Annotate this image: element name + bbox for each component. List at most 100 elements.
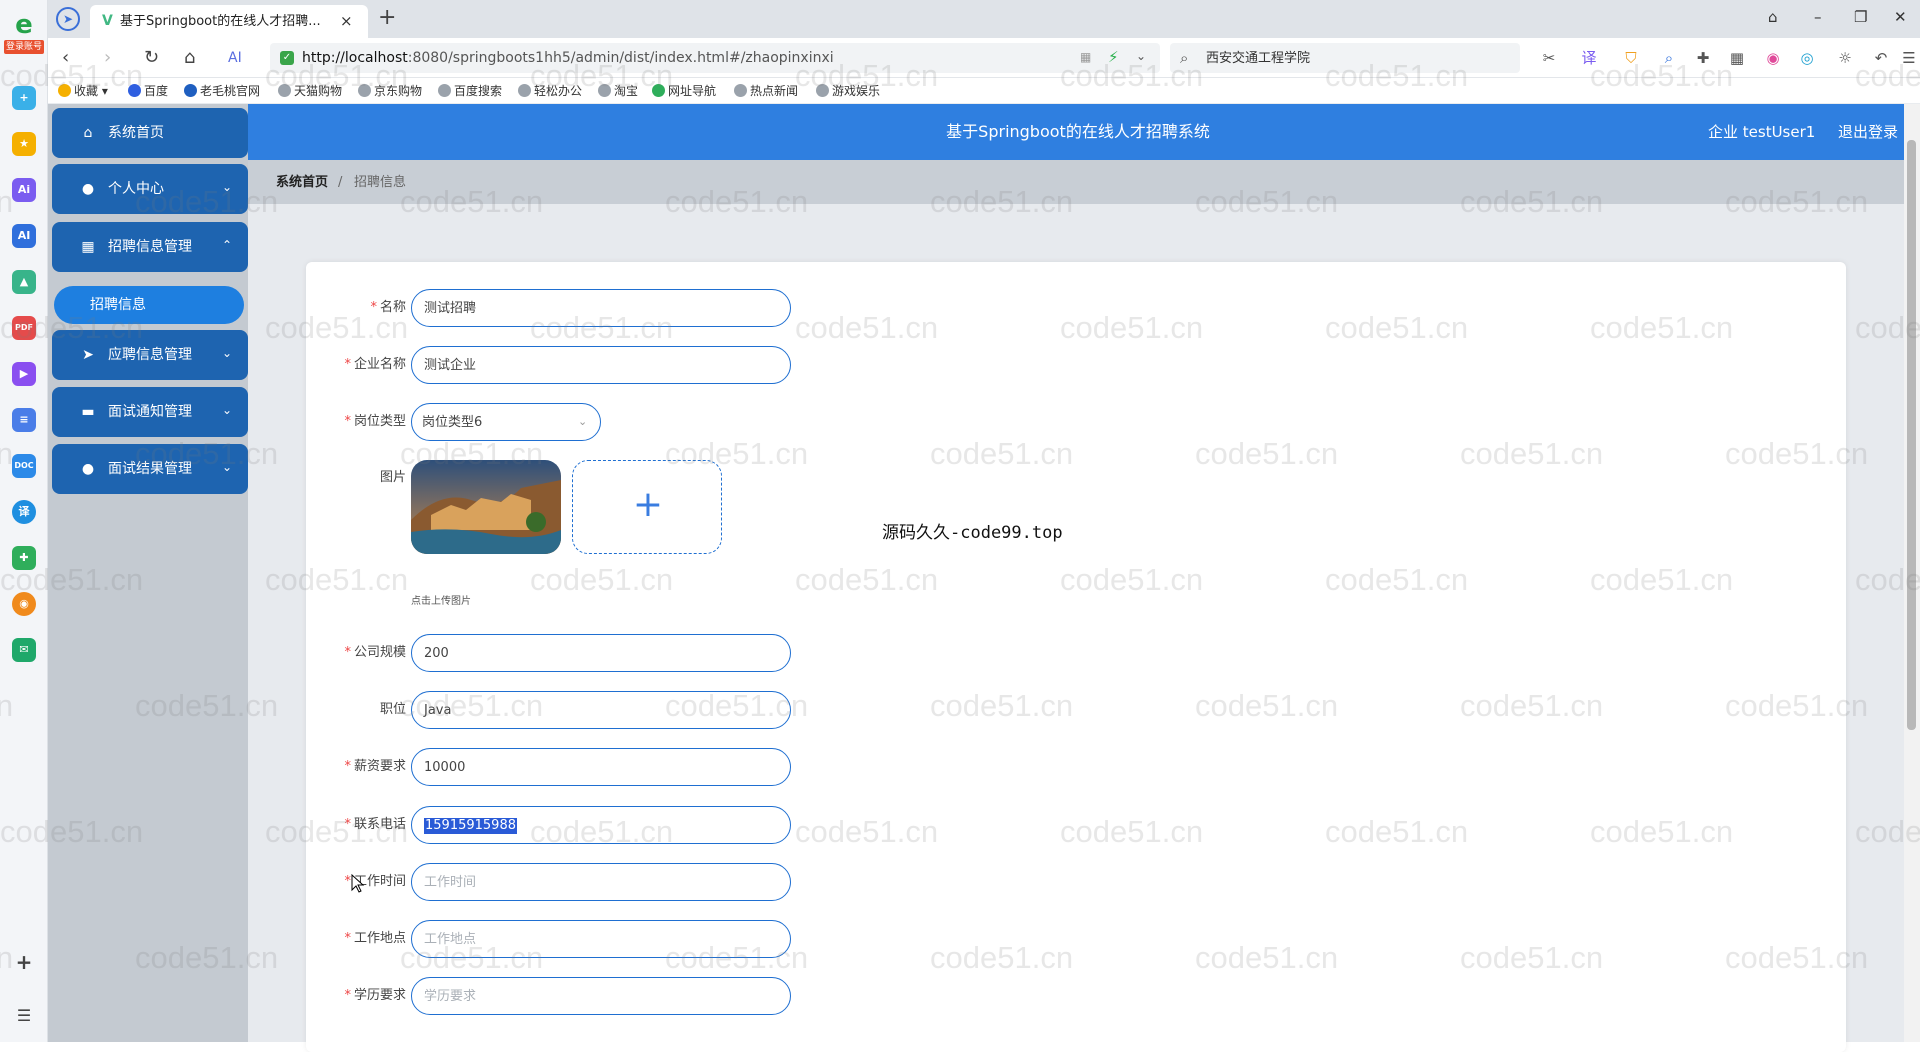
ai-assistant-icon[interactable]: AI (228, 47, 242, 69)
scrollbar-thumb[interactable] (1907, 140, 1916, 730)
chevron-up-icon: ⌃ (222, 238, 233, 252)
chevron-down-icon: ⌄ (222, 460, 233, 474)
shield-icon[interactable]: ⛉ (1620, 47, 1642, 69)
lightning-icon[interactable]: ⚡ (1108, 48, 1119, 66)
bookmark-laomaotao[interactable]: 老毛桃官网 (184, 83, 260, 99)
uploaded-image-thumbnail[interactable] (411, 460, 561, 554)
secure-icon: ✓ (280, 51, 294, 65)
breadcrumb-current: 招聘信息 (354, 175, 407, 190)
url-text[interactable]: http://localhost:8080/springboots1hh5/ad… (302, 50, 834, 66)
browser-nav-icon[interactable]: ➤ (56, 7, 80, 31)
bookmark-favorites[interactable]: 收藏 ▾ (58, 83, 108, 99)
user-icon: ● (81, 181, 95, 197)
sidebar-subitem-recruitment-info[interactable]: 招聘信息 (54, 286, 244, 324)
bookmark-baidu-search[interactable]: 百度搜索 (438, 83, 502, 99)
dock-doc-icon[interactable]: DOC (12, 454, 36, 478)
forward-icon[interactable]: › (104, 47, 111, 69)
search-icon: ⌕ (1180, 49, 1189, 67)
browser-tab[interactable]: V 基于Springboot的在线人才招聘... × (90, 5, 368, 38)
breadcrumb-home[interactable]: 系统首页 (276, 175, 328, 190)
job-type-select[interactable]: 岗位类型6 ⌄ (411, 403, 601, 441)
dock-image-icon[interactable]: ▲ (12, 270, 36, 294)
globe-icon (358, 84, 371, 97)
new-tab-button[interactable]: + (378, 6, 396, 30)
back-icon[interactable]: ‹ (62, 47, 69, 69)
sidebar-item-interview-notice[interactable]: ▬ 面试通知管理 ⌄ (52, 387, 248, 437)
grid-icon[interactable]: ▦ (1726, 47, 1748, 69)
dock-pdf-icon[interactable]: PDF (12, 316, 36, 340)
reload-icon[interactable]: ↻ (144, 47, 159, 69)
undo-icon[interactable]: ↶ (1870, 47, 1892, 69)
dock-add-icon[interactable]: + (12, 86, 36, 110)
home-icon: ⌂ (83, 125, 93, 141)
work-time-field[interactable]: 工作时间 (411, 863, 791, 901)
home-icon[interactable]: ⌂ (184, 47, 195, 69)
dock-note-icon[interactable]: ≡ (12, 408, 36, 432)
close-window-icon[interactable]: ✕ (1894, 8, 1907, 26)
bookmark-news[interactable]: 热点新闻 (734, 83, 798, 99)
position-field[interactable]: Java (411, 691, 791, 729)
sidebar-item-applications[interactable]: ➤ 应聘信息管理 ⌄ (52, 330, 248, 380)
tab-close-icon[interactable]: × (340, 12, 353, 30)
dock-plus-icon[interactable]: + (12, 950, 36, 974)
pin-icon: ● (81, 461, 95, 477)
image-label: 图片 (379, 470, 406, 485)
minimize-icon[interactable]: – (1814, 8, 1822, 26)
education-label: * 学历要求 (344, 988, 406, 1003)
translate-icon[interactable]: 译 (1578, 47, 1600, 69)
bookmarks-bar: 收藏 ▾ 百度 老毛桃官网 天猫购物 京东购物 百度搜索 轻松办公 淘宝 网址导… (48, 78, 1920, 104)
image-upload-button[interactable]: + (572, 460, 722, 554)
extension-icon[interactable]: ✚ (1692, 47, 1714, 69)
paw-icon (128, 84, 141, 97)
logout-button[interactable]: 退出登录 (1838, 122, 1898, 142)
send-icon: ➤ (82, 347, 94, 363)
brightness-icon[interactable]: ☼ (1834, 47, 1856, 69)
company-size-label: * 公司规模 (344, 645, 406, 660)
system-title: 基于Springboot的在线人才招聘系统 (946, 122, 1210, 141)
browser-logo[interactable]: e 登录账号 (4, 10, 44, 56)
dock-video-icon[interactable]: ▶ (12, 362, 36, 386)
scissors-icon[interactable]: ✂ (1538, 47, 1560, 69)
sidebar-item-home[interactable]: ⌂ 系统首页 (52, 108, 248, 158)
recruitment-form: * 名称 测试招聘 * 企业名称 测试企业 * 岗位类型 岗位类型6 ⌄ 图片 + 点击… (306, 262, 1846, 1052)
dock-star-icon[interactable]: ★ (12, 132, 36, 156)
dock-ai2-icon[interactable]: AI (12, 224, 36, 248)
chevron-down-icon: ⌄ (222, 180, 233, 194)
sidebar-item-recruitment[interactable]: ▦ 招聘信息管理 ⌃ (52, 222, 248, 272)
salary-field[interactable]: 10000 (411, 748, 791, 786)
sidebar-item-interview-result[interactable]: ● 面试结果管理 ⌄ (52, 444, 248, 494)
chevron-down-icon: ⌄ (222, 346, 233, 360)
dock-ai-icon[interactable]: Ai (12, 178, 36, 202)
qr-icon[interactable]: ▦ (1080, 50, 1091, 64)
dropdown-icon[interactable]: ⌄ (1136, 49, 1146, 63)
bookmark-baidu[interactable]: 百度 (128, 83, 168, 99)
color-icon[interactable]: ◉ (1762, 47, 1784, 69)
dock-mail-icon[interactable]: ✉ (12, 638, 36, 662)
dock-menu-icon[interactable]: ☰ (12, 1004, 36, 1028)
bookmark-nav[interactable]: 网址导航 (652, 83, 716, 99)
phone-field[interactable]: 15915915988 (411, 806, 791, 844)
bookmark-jd[interactable]: 京东购物 (358, 83, 422, 99)
sync-icon[interactable]: ◎ (1796, 47, 1818, 69)
dock-game-icon[interactable]: ✚ (12, 546, 36, 570)
dock-translate-icon[interactable]: 译 (12, 500, 36, 524)
company-size-field[interactable]: 200 (411, 634, 791, 672)
work-location-field[interactable]: 工作地点 (411, 920, 791, 958)
bookmark-taobao[interactable]: 淘宝 (598, 83, 638, 99)
search-tool-icon[interactable]: ⌕ (1658, 47, 1680, 69)
restore-icon[interactable]: ❐ (1854, 8, 1867, 26)
shirt-icon[interactable]: ⌂ (1768, 8, 1778, 26)
browser-search-box[interactable]: ⌕ 西安交通工程学院 (1170, 43, 1520, 73)
company-field[interactable]: 测试企业 (411, 346, 791, 384)
grid-icon: ▦ (81, 239, 95, 255)
bookmark-games[interactable]: 游戏娱乐 (816, 83, 880, 99)
dock-weibo-icon[interactable]: ◉ (12, 592, 36, 616)
bookmark-tmall[interactable]: 天猫购物 (278, 83, 342, 99)
bookmark-office[interactable]: 轻松办公 (518, 83, 582, 99)
address-bar[interactable]: ✓ http://localhost:8080/springboots1hh5/… (270, 43, 1160, 73)
education-field[interactable]: 学历要求 (411, 977, 791, 1015)
name-label: * 名称 (370, 300, 406, 315)
menu-icon[interactable]: ☰ (1898, 47, 1920, 69)
name-field[interactable]: 测试招聘 (411, 289, 791, 327)
sidebar-item-profile[interactable]: ● 个人中心 ⌄ (52, 164, 248, 214)
